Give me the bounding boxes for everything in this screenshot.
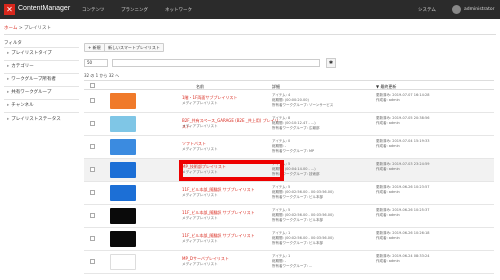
app-brand[interactable]: ContentManager [18, 5, 70, 12]
detail-line: 所有者ワークグループ: ビル本部 [272, 195, 323, 199]
playlist-type: メディアプレイリスト [182, 239, 218, 243]
chevron-right-icon: ▸ [7, 51, 10, 56]
breadcrumb-separator: > [18, 26, 23, 31]
user-avatar-icon[interactable] [452, 5, 461, 14]
playlist-type: メディアプレイリスト [182, 101, 218, 105]
breadcrumb-home[interactable]: ホーム [4, 26, 17, 31]
updated-line: 作成者: admin [376, 98, 400, 102]
playlist-thumbnail[interactable] [110, 185, 136, 201]
updated-line: 作成者: admin [376, 213, 400, 217]
gear-icon: ✱ [328, 60, 334, 66]
row-checkbox[interactable] [90, 190, 95, 195]
playlist-type: メディアプレイリスト [182, 216, 218, 220]
detail-line: 所有者ワークグループ: ゾーンサービス [272, 103, 334, 107]
table-header: 名前 詳細 ▼ 最終更新 [84, 80, 494, 90]
filter-category[interactable]: ▸ カテゴリー [4, 60, 79, 73]
new-button[interactable]: + 新規 [84, 43, 105, 52]
playlist-thumbnail[interactable] [110, 208, 136, 224]
playlist-type: メディアプレイリスト [182, 193, 218, 197]
filter-playlist-type[interactable]: ▸ プレイリストタイプ [4, 47, 79, 60]
search-input[interactable] [112, 59, 320, 67]
detail-line: 所有者ワークグループ: ... [272, 264, 313, 268]
app-logo-icon: ✕ [4, 4, 15, 15]
breadcrumb-current: プレイリスト [24, 26, 52, 31]
playlist-thumbnail[interactable] [110, 93, 136, 109]
updated-line: 作成者: admin [376, 121, 400, 125]
select-all-checkbox[interactable] [90, 83, 95, 88]
row-checkbox[interactable] [90, 144, 95, 149]
updated-line: 作成者: admin [376, 259, 400, 263]
chevron-right-icon: ▸ [7, 64, 10, 69]
user-name[interactable]: administrator [464, 7, 494, 12]
table-row[interactable]: MP_技術部プレイリスト メディアプレイリスト アイテム: 5 総期間: (00:04… [84, 159, 494, 182]
row-checkbox[interactable] [90, 98, 95, 103]
row-checkbox[interactable] [90, 167, 95, 172]
filter-workgroup-owner[interactable]: ▸ ワークグループ所有者 [4, 73, 79, 86]
playlist-type: メディアプレイリスト [182, 124, 218, 128]
nav-system[interactable]: システム [418, 7, 436, 13]
search-settings-button[interactable]: ✱ [326, 58, 336, 68]
playlist-type: メディアプレイリスト [182, 262, 218, 266]
breadcrumb: ホーム > プレイリスト [4, 25, 51, 31]
playlist-type: メディアプレイリスト [182, 147, 218, 151]
updated-line: 作成者: admin [376, 144, 400, 148]
result-count: 32 の 1 から 32 へ [84, 73, 120, 78]
nav-contents[interactable]: コンテンツ [82, 7, 105, 13]
filter-shared-workgroup[interactable]: ▸ 共有ワークグループ [4, 86, 79, 99]
playlist-thumbnail[interactable] [110, 231, 136, 247]
filter-channel[interactable]: ▸ チャンネル [4, 99, 79, 112]
filter-playlist-status[interactable]: ▸ プレイリストステータス [4, 112, 79, 134]
table-row[interactable]: 11F_ビル本部_随翻訳 サブプレイリスト メディアプレイリスト アイテム: 5 総期… [84, 205, 494, 228]
updated-line: 作成者: admin [376, 190, 400, 194]
playlist-thumbnail[interactable] [110, 139, 136, 155]
highlight-annotation [179, 160, 284, 181]
nav-planning[interactable]: プランニング [121, 7, 148, 13]
row-checkbox[interactable] [90, 121, 95, 126]
divider [4, 34, 496, 35]
new-smart-playlist-button[interactable]: 新しいスマートプレイリスト [104, 43, 164, 52]
chevron-right-icon: ▸ [7, 90, 10, 95]
nav-network[interactable]: ネットワーク [165, 7, 192, 13]
updated-line: 作成者: admin [376, 167, 400, 171]
table-row[interactable]: MP_Dサーバプレイリスト メディアプレイリスト アイテム: 1 総期間: - 所有者ワ… [84, 251, 494, 274]
page-size-select[interactable]: 50 [84, 59, 108, 67]
table-row[interactable]: 11F_ビル本部_随翻訳 サブプレイリスト メディアプレイリスト アイテム: 1 総期… [84, 228, 494, 251]
detail-line: 所有者ワークグループ: ビル本部 [272, 241, 323, 245]
chevron-right-icon: ▸ [7, 117, 10, 122]
detail-line: 所有者ワークグループ: MP [272, 149, 315, 153]
table-row[interactable]: 1階・1F両面サブプレイリスト メディアプレイリスト アイテム: 4 総期間: (00… [84, 90, 494, 113]
row-checkbox[interactable] [90, 213, 95, 218]
updated-line: 作成者: admin [376, 236, 400, 240]
table-row[interactable]: 11F_ビル本部_随翻訳 サブプレイリスト メディアプレイリスト アイテム: 5 総期… [84, 182, 494, 205]
chevron-right-icon: ▸ [7, 77, 10, 82]
playlist-thumbnail[interactable] [110, 254, 136, 270]
row-checkbox[interactable] [90, 236, 95, 241]
chevron-right-icon: ▸ [7, 103, 10, 108]
table-row[interactable]: ソフトバスト メディアプレイリスト アイテム: 0 総期間: - 所有者ワークグループ:… [84, 136, 494, 159]
filter-sidebar: フィルタ ▸ プレイリストタイプ ▸ カテゴリー ▸ ワークグループ所有者 ▸ 共有ワー… [4, 38, 79, 276]
playlist-thumbnail[interactable] [110, 162, 136, 178]
filter-title: フィルタ [4, 41, 22, 46]
playlist-thumbnail[interactable] [110, 116, 136, 132]
table-row[interactable]: B2F_共有スペース_GARAGE (B2E _共上用) プレイリスト メディアプ… [84, 113, 494, 136]
detail-line: 所有者ワークグループ: ビル本部 [272, 218, 323, 222]
row-checkbox[interactable] [90, 259, 95, 264]
detail-line: 所有者ワークグループ: 広報部 [272, 126, 320, 130]
